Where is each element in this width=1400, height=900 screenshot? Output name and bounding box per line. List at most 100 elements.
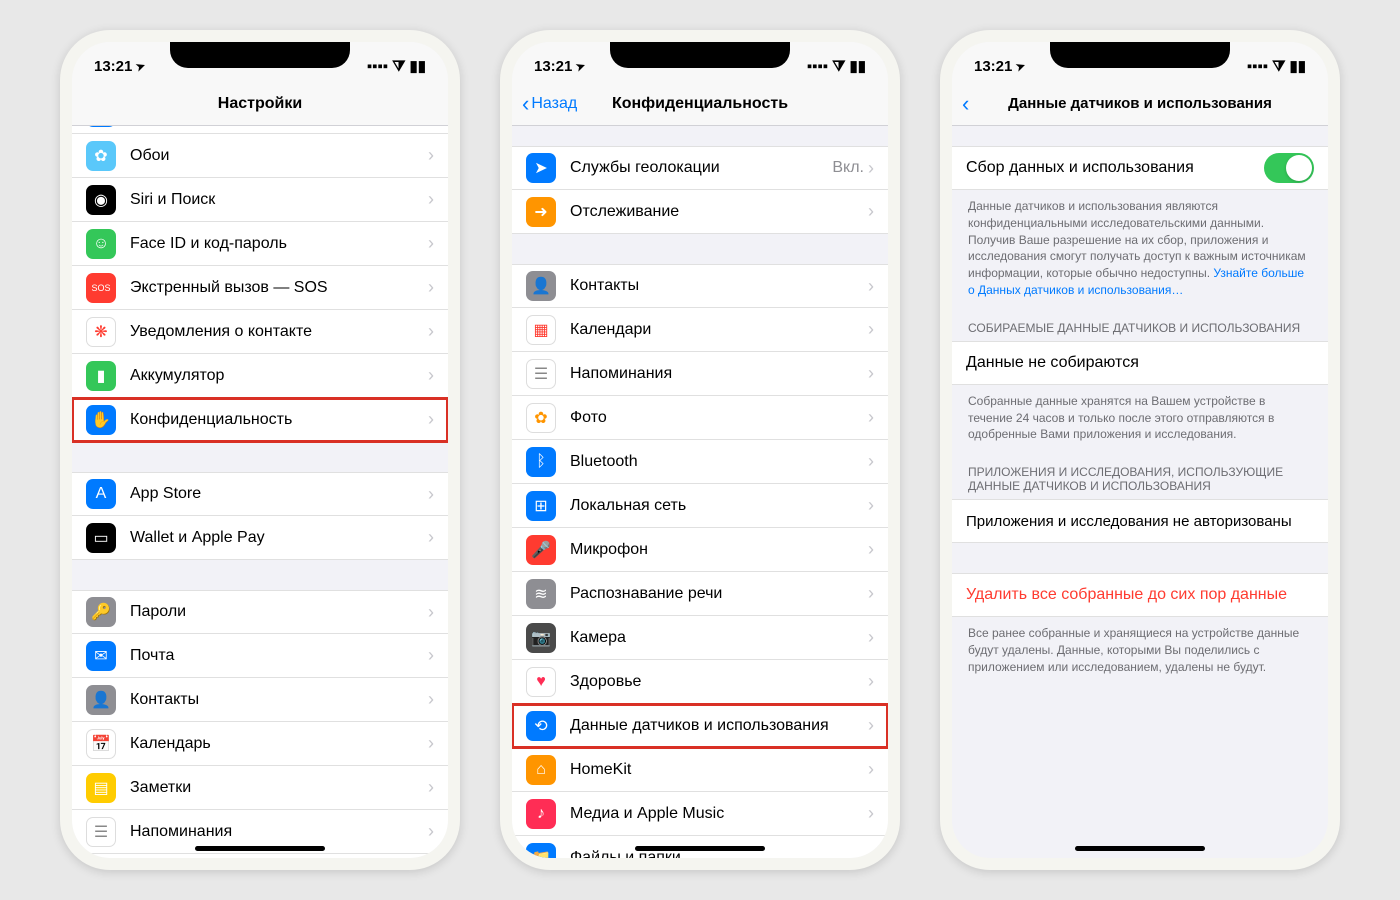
settings-row[interactable]: ⌂HomeKit› <box>512 748 888 792</box>
localnetwork-icon: ⊞ <box>526 491 556 521</box>
settings-row[interactable]: ✿Обои› <box>72 134 448 178</box>
calendar-icon: ▦ <box>526 315 556 345</box>
notes-icon: ▤ <box>86 773 116 803</box>
reminders-icon: ☰ <box>86 817 116 847</box>
reminders-icon: ☰ <box>526 359 556 389</box>
chevron-right-icon: › <box>428 645 434 666</box>
chevron-right-icon: › <box>428 689 434 710</box>
health-icon: ♥ <box>526 667 556 697</box>
location-icon: ➤ <box>526 153 556 183</box>
music-icon: ♪ <box>526 799 556 829</box>
notch <box>1050 42 1230 68</box>
settings-row[interactable]: ⟲Данные датчиков и использования› <box>512 704 888 748</box>
settings-row[interactable]: ▤Заметки› <box>72 766 448 810</box>
row-label: Напоминания <box>130 823 428 841</box>
settings-row[interactable]: 🎤Микрофон› <box>512 528 888 572</box>
settings-row[interactable]: ➜Отслеживание› <box>512 190 888 234</box>
row-label: App Store <box>130 485 428 503</box>
settings-row[interactable]: 👤Контакты› <box>512 264 888 308</box>
settings-row[interactable]: ☰Напоминания› <box>512 352 888 396</box>
files-icon: 📁 <box>526 843 556 859</box>
settings-row[interactable]: ☺Face ID и код-пароль› <box>72 222 448 266</box>
row-label: Обои <box>130 147 428 165</box>
notch <box>610 42 790 68</box>
row-label: Распознавание речи <box>570 585 868 603</box>
settings-row[interactable]: 📷Камера› <box>512 616 888 660</box>
row-label: Bluetooth <box>570 453 868 471</box>
toggle-switch[interactable] <box>1264 153 1314 183</box>
chevron-right-icon: › <box>868 158 874 179</box>
row-no-apps: Приложения и исследования не авторизован… <box>952 499 1328 543</box>
chevron-right-icon: › <box>428 233 434 254</box>
chevron-right-icon: › <box>868 276 874 297</box>
settings-row[interactable]: ▭Wallet и Apple Pay› <box>72 516 448 560</box>
exposure-icon: ❋ <box>86 317 116 347</box>
home-indicator[interactable] <box>635 846 765 851</box>
location-arrow-icon: ➤ <box>1014 58 1027 73</box>
settings-row[interactable]: ᛒBluetooth› <box>512 440 888 484</box>
settings-row[interactable]: ≋Распознавание речи› <box>512 572 888 616</box>
home-indicator[interactable] <box>195 846 325 851</box>
row-delete-all[interactable]: Удалить все собранные до сих пор данные <box>952 573 1328 617</box>
settings-row[interactable]: ❋Уведомления о контакте› <box>72 310 448 354</box>
row-label: Siri и Поиск <box>130 191 428 209</box>
home-indicator[interactable] <box>1075 846 1205 851</box>
row-label: Фото <box>570 409 868 427</box>
settings-row[interactable]: ♪Медиа и Apple Music› <box>512 792 888 836</box>
row-label: Медиа и Apple Music <box>570 805 868 823</box>
settings-row[interactable]: ▦Календари› <box>512 308 888 352</box>
row-label: Календарь <box>130 735 428 753</box>
row-label: Данные датчиков и использования <box>570 717 868 735</box>
battery-icon: ▮ <box>86 361 116 391</box>
settings-row[interactable]: 🔑Пароли› <box>72 590 448 634</box>
status-time: 13:21 <box>534 58 572 75</box>
signal-icon: ▪▪▪▪ <box>807 58 828 75</box>
chevron-right-icon: › <box>428 733 434 754</box>
chevron-right-icon: › <box>868 201 874 222</box>
settings-row[interactable]: ✉Почта› <box>72 634 448 678</box>
row-no-data: Данные не собираются <box>952 341 1328 385</box>
nav-bar: Настройки <box>72 82 448 126</box>
nav-bar: ‹ Данные датчиков и использования <box>952 82 1328 126</box>
settings-row[interactable]: 👤Контакты› <box>72 678 448 722</box>
photos-icon: ✿ <box>526 403 556 433</box>
settings-row[interactable]: ▮Аккумулятор› <box>72 354 448 398</box>
row-label: Пароли <box>130 603 428 621</box>
calendar-icon: 📅 <box>86 729 116 759</box>
settings-row[interactable]: SOSЭкстренный вызов — SOS› <box>72 266 448 310</box>
settings-row[interactable]: AApp Store› <box>72 472 448 516</box>
settings-row[interactable]: ➤Службы геолокацииВкл.› <box>512 146 888 190</box>
header-apps: ПРИЛОЖЕНИЯ И ИССЛЕДОВАНИЯ, ИСПОЛЬЗУЮЩИЕ … <box>952 451 1328 499</box>
settings-row[interactable]: ✋Конфиденциальность› <box>72 398 448 442</box>
settings-row[interactable]: ∿Диктофон› <box>72 854 448 858</box>
contacts-icon: 👤 <box>86 685 116 715</box>
phone-1: 13:21➤ ▪▪▪▪ ⧩ ▮▮ Настройки ♿︎Универсальн… <box>60 30 460 870</box>
chevron-right-icon: › <box>428 821 434 842</box>
settings-row[interactable]: ♿︎Универсальный доступ› <box>72 126 448 134</box>
chevron-right-icon: › <box>428 527 434 548</box>
row-label: Контакты <box>570 277 868 295</box>
wifi-icon: ⧩ <box>392 58 405 75</box>
row-label: Экстренный вызов — SOS <box>130 279 428 297</box>
chevron-right-icon: › <box>428 145 434 166</box>
notch <box>170 42 350 68</box>
homekit-icon: ⌂ <box>526 755 556 785</box>
settings-row[interactable]: ✿Фото› <box>512 396 888 440</box>
chevron-right-icon: › <box>868 715 874 736</box>
battery-icon: ▮▮ <box>849 57 866 75</box>
chevron-right-icon: › <box>428 277 434 298</box>
row-label: Заметки <box>130 779 428 797</box>
settings-row[interactable]: ◉Siri и Поиск› <box>72 178 448 222</box>
appstore-icon: A <box>86 479 116 509</box>
chevron-right-icon: › <box>428 189 434 210</box>
toggle-row-collection[interactable]: Сбор данных и использования <box>952 146 1328 190</box>
chevron-right-icon: › <box>428 602 434 623</box>
settings-row[interactable]: 📅 Календарь› <box>72 722 448 766</box>
back-button[interactable]: ‹ Назад <box>522 91 577 117</box>
row-label: Отслеживание <box>570 203 868 221</box>
settings-row[interactable]: ♥Здоровье› <box>512 660 888 704</box>
settings-row[interactable]: ⊞Локальная сеть› <box>512 484 888 528</box>
back-button[interactable]: ‹ <box>962 91 969 117</box>
nav-title: Конфиденциальность <box>612 95 788 113</box>
footer-collection-info: Данные датчиков и использования являются… <box>952 190 1328 307</box>
